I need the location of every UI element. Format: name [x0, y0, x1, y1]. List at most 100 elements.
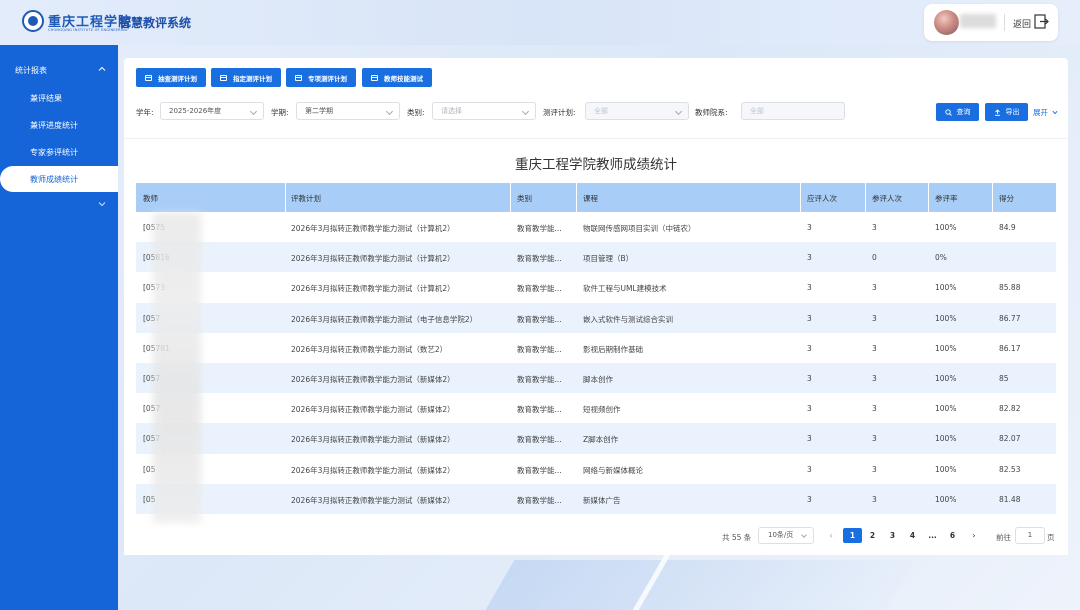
table-row[interactable]: [05781 2026年3月拟转正教师教学能力测试（数艺2） 教育教学能... …: [136, 332, 1056, 363]
cell-rate: 100%: [935, 434, 957, 444]
chevron-up-icon: [98, 66, 106, 71]
sidebar-group-stats-report[interactable]: 统计报表: [0, 59, 118, 81]
cell-course: 软件工程与UML建模技术: [583, 284, 667, 294]
special-plan-button[interactable]: 专项测评计划: [286, 68, 356, 87]
goto-prefix: 前往: [996, 533, 1011, 542]
table-row[interactable]: [057 2026年3月拟转正教师教学能力测试（新媒体2） 教育教学能... 脚…: [136, 363, 1056, 394]
category-label: 类别:: [407, 108, 425, 117]
query-button[interactable]: 查询: [936, 103, 979, 121]
table-row[interactable]: [0575 2026年3月拟转正教师教学能力测试（计算机2） 教育教学能... …: [136, 212, 1056, 243]
system-title: 智慧教评系统: [119, 16, 192, 30]
cell-expected: 3: [807, 374, 812, 383]
cell-expected: 3: [807, 404, 812, 414]
cell-category: 教育教学能...: [517, 435, 562, 445]
page-size-value: 10条/页: [768, 531, 794, 539]
cell-participated: 3: [872, 343, 877, 353]
col-header-rate: 参评率: [935, 194, 958, 203]
cell-participated: 3: [872, 434, 877, 444]
cell-rate: 100%: [935, 343, 957, 353]
cell-rate: 100%: [935, 374, 957, 383]
cell-course: 嵌入式软件与测试综合实训: [583, 314, 673, 324]
chevron-down-icon: [1052, 110, 1058, 115]
col-header-category: 类别: [517, 194, 532, 203]
category-select[interactable]: 请选择: [432, 102, 536, 120]
cell-participated: 3: [872, 464, 877, 474]
col-header-participated: 参评人次: [872, 194, 902, 203]
button-label: 查询: [956, 108, 971, 116]
table-row[interactable]: [057 2026年3月拟转正教师教学能力测试（新媒体2） 教育教学能... Z…: [136, 423, 1056, 454]
page-button-6[interactable]: 6: [943, 528, 962, 543]
term-value: 第二学期: [305, 107, 333, 115]
cell-category: 教育教学能...: [517, 375, 562, 384]
cell-participated: 3: [872, 313, 877, 323]
prev-page-icon[interactable]: ‹: [825, 529, 837, 542]
college-select[interactable]: 全部: [741, 102, 845, 120]
cell-category: 教育教学能...: [517, 224, 562, 233]
cell-course: Z脚本创作: [583, 435, 619, 445]
table-row[interactable]: [05 2026年3月拟转正教师教学能力测试（新媒体2） 教育教学能... 新媒…: [136, 483, 1056, 514]
cell-category: 教育教学能...: [517, 344, 562, 354]
page-button-1[interactable]: 1: [843, 528, 862, 543]
cell-rate: 0%: [935, 253, 947, 263]
chevron-down-icon: [674, 107, 683, 116]
export-button[interactable]: 导出: [985, 103, 1028, 121]
page-button-2[interactable]: 2: [863, 528, 882, 543]
goto-page-input[interactable]: 1: [1015, 527, 1045, 544]
plan-select[interactable]: 全部: [585, 102, 689, 120]
button-label: 专项测评计划: [308, 74, 347, 83]
college-label: 教师院系:: [695, 108, 728, 117]
cell-plan: 2026年3月拟转正教师教学能力测试（新媒体2）: [291, 435, 455, 445]
table-row[interactable]: [057 2026年3月拟转正教师教学能力测试（电子信息学院2） 教育教学能..…: [136, 302, 1056, 333]
cell-participated: 3: [872, 404, 877, 414]
cell-participated: 0: [872, 253, 877, 263]
cell-category: 教育教学能...: [517, 495, 562, 505]
year-value: 2025-2026年度: [169, 107, 222, 115]
assigned-plan-button[interactable]: 指定测评计划: [211, 68, 281, 87]
year-label: 学年:: [136, 108, 154, 117]
school-logo-icon: [22, 10, 44, 32]
cell-score: 84.9: [999, 223, 1016, 232]
expand-filters-link[interactable]: 展开: [1033, 107, 1058, 118]
sidebar-group-label: 统计报表: [15, 66, 47, 75]
sidebar-item-expert-stats[interactable]: 专家参评统计: [0, 139, 118, 165]
table-row[interactable]: [057 2026年3月拟转正教师教学能力测试（新媒体2） 教育教学能... 短…: [136, 393, 1056, 424]
teacher-skill-test-button[interactable]: 教师技能测试: [362, 68, 432, 87]
cell-expected: 3: [807, 434, 812, 444]
cell-plan: 2026年3月拟转正教师教学能力测试（新媒体2）: [291, 375, 455, 384]
chevron-down-icon: [249, 107, 258, 116]
table-row[interactable]: [0573 2026年3月拟转正教师教学能力测试（计算机2） 教育教学能... …: [136, 272, 1056, 303]
col-header-plan: 评教计划: [291, 194, 321, 203]
cell-score: 85: [999, 374, 1009, 383]
page-button-3[interactable]: 3: [883, 528, 902, 543]
page-ellipsis[interactable]: ...: [923, 528, 942, 543]
cell-expected: 3: [807, 313, 812, 323]
spot-check-plan-button[interactable]: 抽查测评计划: [136, 68, 206, 87]
table-panel: 重庆工程学院教师成绩统计 教师 评教计划 类别 课程 应评人次 参评人次 参评率…: [124, 138, 1068, 555]
cell-expected: 3: [807, 283, 812, 293]
user-name-redacted: [960, 14, 996, 28]
cell-plan: 2026年3月拟转正教师教学能力测试（计算机2）: [291, 224, 455, 233]
table-row[interactable]: [05 2026年3月拟转正教师教学能力测试（新媒体2） 教育教学能... 网络…: [136, 453, 1056, 484]
back-button[interactable]: 返回: [1013, 17, 1031, 30]
logout-icon[interactable]: [1034, 14, 1049, 29]
table-row[interactable]: [05816 2026年3月拟转正教师教学能力测试（计算机2） 教育教学能...…: [136, 242, 1056, 273]
page-size-select[interactable]: 10条/页: [758, 527, 814, 544]
user-panel: 返回: [924, 4, 1058, 41]
sidebar-item-evaluation-progress[interactable]: 兼评进度统计: [0, 112, 118, 138]
top-header: 重庆工程学院 CHONGQING INSTITUTE OF ENGINEERIN…: [0, 0, 1080, 45]
sidebar-item-teacher-scores[interactable]: 教师成绩统计: [0, 166, 118, 192]
term-select[interactable]: 第二学期: [296, 102, 400, 120]
next-page-icon[interactable]: ›: [968, 529, 980, 542]
sidebar-item-label: 专家参评统计: [30, 148, 78, 157]
sidebar-item-label: 兼评进度统计: [30, 121, 78, 130]
chevron-down-icon[interactable]: [98, 200, 106, 208]
redaction-overlay: [153, 213, 201, 523]
cell-participated: 3: [872, 494, 877, 504]
cell-participated: 3: [872, 374, 877, 383]
sidebar-item-evaluation-results[interactable]: 兼评结果: [0, 85, 118, 111]
year-select[interactable]: 2025-2026年度: [160, 102, 264, 120]
plan-label: 测评计划:: [543, 108, 576, 117]
chevron-down-icon: [801, 532, 807, 538]
avatar[interactable]: [934, 10, 959, 35]
page-button-4[interactable]: 4: [903, 528, 922, 543]
